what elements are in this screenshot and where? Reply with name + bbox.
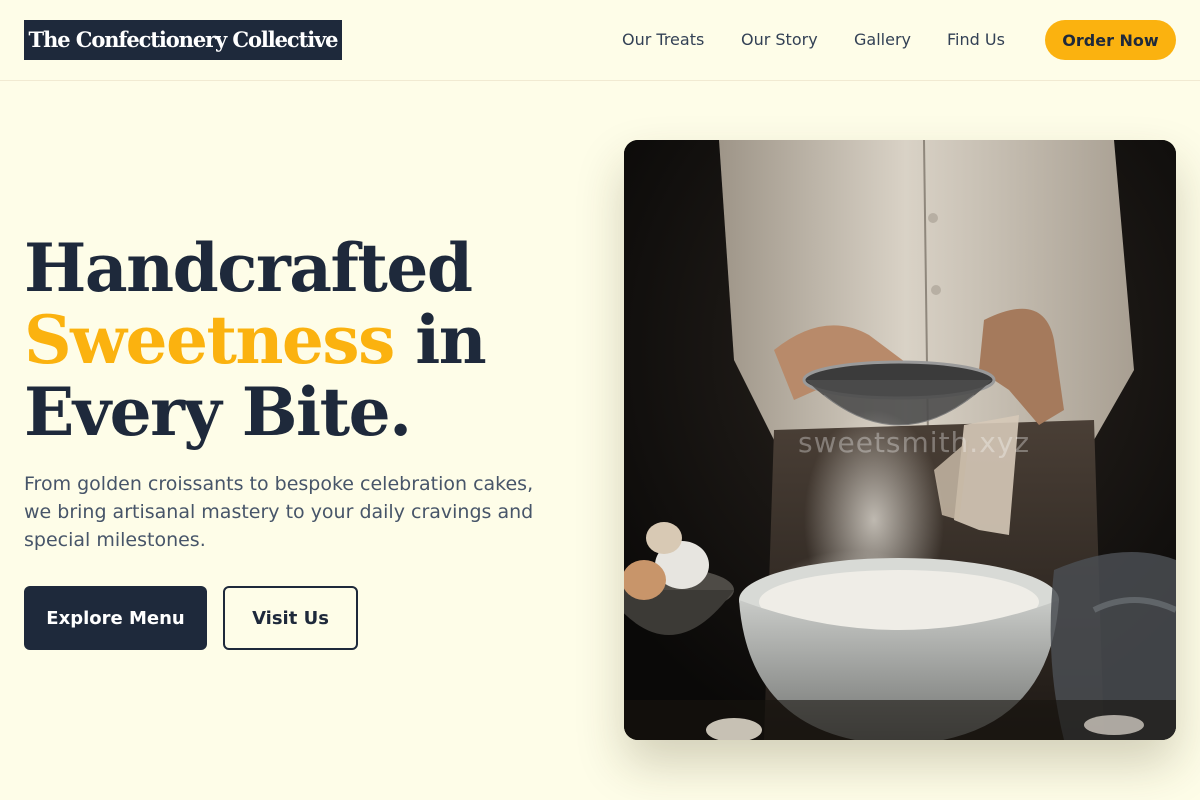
nav-links: Our Treats Our Story Gallery Find Us	[0, 30, 1200, 52]
hero-description: From golden croissants to bespoke celebr…	[24, 473, 534, 551]
nav-link-our-story[interactable]: Our Story	[741, 30, 818, 50]
hero-title-accent: Sweetness	[24, 301, 395, 379]
hero-title-line2-rest: in	[393, 301, 487, 379]
hero-title-line3: Every Bite.	[24, 373, 412, 451]
explore-menu-button[interactable]: Explore Menu	[24, 586, 207, 650]
image-watermark: sweetsmith.xyz	[798, 426, 1031, 459]
visit-us-button[interactable]: Visit Us	[223, 586, 358, 650]
navbar: The Confectionery Collective Our Treats …	[0, 0, 1200, 81]
nav-link-find-us[interactable]: Find Us	[947, 30, 1005, 50]
nav-link-gallery[interactable]: Gallery	[854, 30, 911, 50]
hero-title: Handcrafted Sweetness in Every Bite.	[24, 229, 487, 451]
order-now-button[interactable]: Order Now	[1045, 20, 1176, 60]
hero-image: sweetsmith.xyz	[624, 140, 1176, 740]
nav-link-our-treats[interactable]: Our Treats	[622, 30, 704, 50]
hero-title-line1: Handcrafted	[24, 229, 473, 307]
